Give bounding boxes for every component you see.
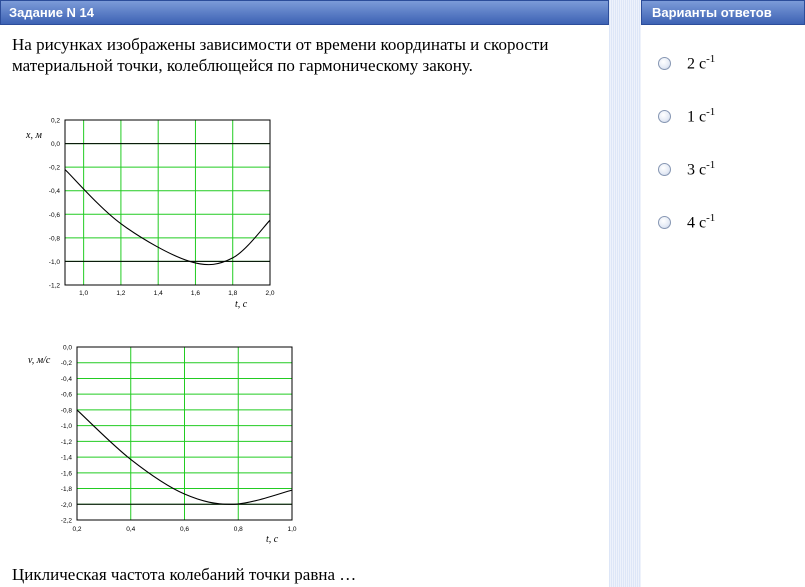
y-axis-label: x, м (25, 130, 42, 141)
y-tick-label: -0,2 (49, 165, 61, 172)
radio-button[interactable] (658, 215, 671, 229)
y-tick-label: -1,0 (49, 259, 61, 266)
answer-label: 2 с-1 (687, 52, 716, 73)
answers-title: Варианты ответов (652, 5, 772, 20)
radio-button[interactable] (658, 162, 671, 176)
x-tick-label: 2,0 (265, 290, 274, 297)
y-tick-label: 0,2 (51, 118, 60, 125)
y-tick-label: -1,4 (61, 455, 73, 462)
y-tick-label: -1,2 (49, 283, 61, 290)
y-tick-label: -0,4 (49, 188, 61, 195)
answers-header: Варианты ответов (641, 0, 805, 25)
y-tick-label: -2,2 (61, 518, 73, 525)
task-header: Задание N 14 (0, 0, 609, 25)
radio-button[interactable] (658, 109, 671, 123)
position-chart: 0,2 0,0 -0,2 -0,4 -0,6 -0,8 -1,0 -1,2 1,0 1,2 1,4 1… (25, 118, 275, 311)
y-tick-label: -1,2 (61, 439, 73, 446)
question-text: На рисунках изображены зависимости от вр… (12, 35, 549, 75)
x-tick-label: 0,8 (234, 526, 243, 533)
x-axis-label: t, с (235, 299, 248, 310)
x-tick-label: 1,0 (79, 290, 88, 297)
y-tick-label: -1,0 (61, 423, 73, 430)
x-tick-label: 1,2 (116, 290, 125, 297)
answer-option-3[interactable]: 3 с-1 (658, 159, 715, 179)
y-axis-label: v, м/с (28, 355, 51, 366)
x-tick-label: 1,0 (287, 526, 296, 533)
y-tick-label: 0,0 (51, 141, 60, 148)
y-tick-label: -0,8 (61, 407, 73, 414)
x-tick-label: 0,2 (72, 526, 81, 533)
radio-button[interactable] (658, 56, 671, 70)
y-tick-label: -0,6 (61, 392, 73, 399)
answer-label: 3 с-1 (687, 158, 716, 179)
x-tick-label: 1,8 (228, 290, 237, 297)
question-tail: Циклическая частота колебаний точки равн… (12, 565, 357, 584)
answer-option-1[interactable]: 2 с-1 (658, 53, 715, 73)
y-tick-label: -0,2 (61, 360, 73, 367)
plot-frame (64, 119, 271, 286)
x-tick-label: 1,4 (154, 290, 163, 297)
y-tick-label: -2,0 (61, 502, 73, 509)
y-tick-label: -0,6 (49, 212, 61, 219)
task-title: Задание N 14 (9, 5, 95, 20)
answer-label: 4 с-1 (687, 211, 716, 232)
answer-option-2[interactable]: 1 с-1 (658, 106, 715, 126)
x-tick-label: 0,6 (180, 526, 189, 533)
series-curve (64, 169, 271, 266)
velocity-chart: 0,0 -0,2 -0,4 -0,6 -0,8 -1,0 -1,2 -1,4 -1,6 -1,8 -… (28, 345, 297, 546)
x-tick-label: 1,6 (191, 290, 200, 297)
y-tick-label: -0,8 (49, 235, 61, 242)
x-axis-label: t, с (266, 534, 279, 545)
panel-divider (609, 0, 641, 587)
y-tick-label: 0,0 (63, 345, 72, 352)
y-tick-label: -1,8 (61, 486, 73, 493)
x-tick-label: 0,4 (126, 526, 135, 533)
answer-option-4[interactable]: 4 с-1 (658, 212, 715, 232)
y-tick-label: -1,6 (61, 470, 73, 477)
y-tick-label: -0,4 (61, 376, 73, 383)
answer-label: 1 с-1 (687, 105, 716, 126)
